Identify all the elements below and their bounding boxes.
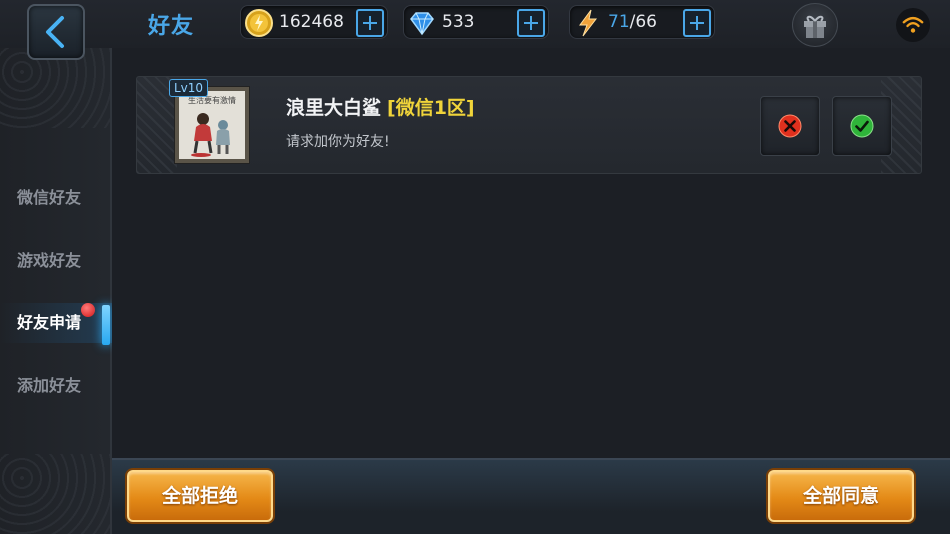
sidebar-ornament (0, 454, 110, 534)
accept-button[interactable] (832, 96, 892, 156)
add-coins-button[interactable] (356, 9, 384, 37)
sidebar-item-wechat-friends[interactable]: 微信好友 (0, 178, 112, 218)
sidebar-item-friend-requests[interactable]: 好友申请 (0, 303, 112, 345)
active-indicator (102, 305, 110, 345)
add-diamonds-button[interactable] (517, 9, 545, 37)
diamond-value: 533 (442, 12, 475, 32)
avatar-image: 生活要有激情 (179, 91, 245, 159)
friend-category-sidebar: 微信好友 游戏好友 好友申请 添加好友 (0, 48, 112, 534)
chevron-left-icon (46, 16, 64, 48)
sidebar-item-game-friends[interactable]: 游戏好友 (0, 241, 112, 281)
bottom-action-bar: 全部拒绝 全部同意 (112, 458, 950, 534)
gift-icon (804, 15, 826, 38)
avatar[interactable]: 生活要有激情 (175, 87, 249, 163)
player-name: 浪里大白鲨 (286, 97, 382, 119)
lightning-icon (579, 9, 598, 37)
page-title: 好友 (148, 14, 195, 39)
friend-name: 浪里大白鲨 [微信1区] (286, 93, 475, 120)
plus-icon (363, 16, 377, 30)
accept-all-button[interactable]: 全部同意 (768, 470, 914, 522)
sidebar-item-label: 添加好友 (17, 376, 82, 395)
level-badge: Lv10 (169, 79, 209, 97)
coin-counter: 162468 (240, 5, 388, 39)
energy-value: 71/66 (608, 12, 657, 32)
sidebar-item-label: 好友申请 (17, 313, 82, 332)
sidebar-ornament (0, 48, 110, 128)
energy-max: /66 (629, 12, 657, 32)
energy-current: 71 (608, 12, 630, 32)
server-tag: [微信1区] (387, 97, 475, 119)
network-status (896, 8, 930, 42)
sidebar-item-add-friend[interactable]: 添加好友 (0, 366, 112, 406)
request-message: 请求加你为好友! (286, 134, 390, 150)
back-button[interactable] (27, 4, 85, 60)
energy-counter: 71/66 (569, 5, 715, 39)
gift-button[interactable] (792, 3, 838, 47)
wifi-icon (902, 16, 924, 33)
plus-icon (690, 16, 704, 30)
request-list: Lv10 生活要有激情 浪里大白鲨 [微信1区] 请求加你为好友! (112, 48, 950, 458)
coin-value: 162468 (279, 12, 344, 32)
add-energy-button[interactable] (683, 9, 711, 37)
check-circle-icon (850, 114, 874, 138)
reject-all-button[interactable]: 全部拒绝 (127, 470, 273, 522)
notification-dot (81, 303, 95, 317)
friend-request-row: Lv10 生活要有激情 浪里大白鲨 [微信1区] 请求加你为好友! (136, 76, 922, 174)
close-circle-icon (778, 114, 802, 138)
diamond-icon (410, 12, 434, 36)
sidebar-item-label: 游戏好友 (17, 251, 82, 270)
gold-coin-icon (245, 9, 273, 37)
diamond-counter: 533 (403, 5, 549, 39)
reject-button[interactable] (760, 96, 820, 156)
plus-icon (524, 16, 538, 30)
sidebar-item-label: 微信好友 (17, 188, 82, 207)
